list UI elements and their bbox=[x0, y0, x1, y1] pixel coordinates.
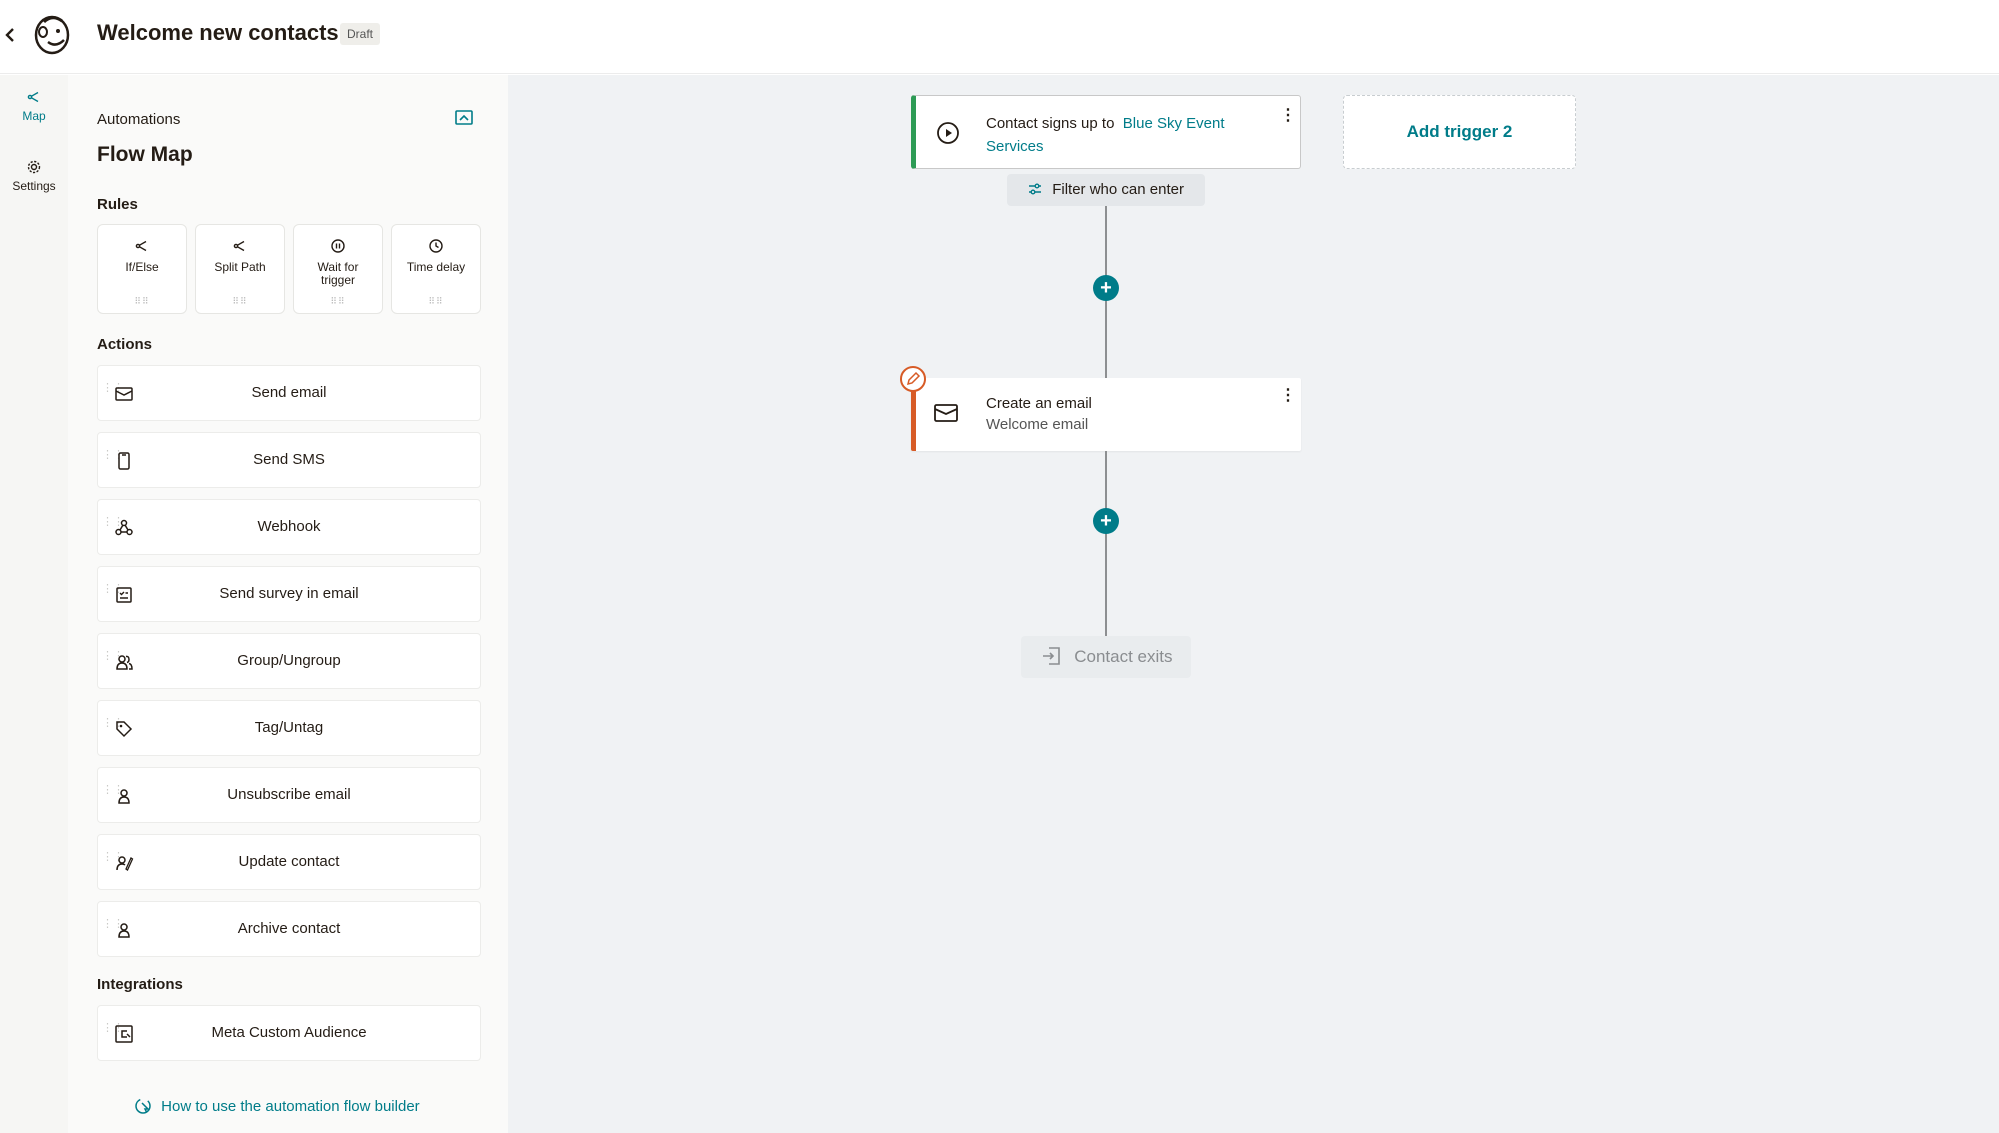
add-step-button[interactable]: + bbox=[1093, 275, 1119, 301]
chevron-left-icon bbox=[5, 28, 14, 42]
pause-icon bbox=[331, 239, 345, 253]
trigger-label: Contact signs up to bbox=[986, 115, 1115, 132]
action-tag-untag[interactable]: ⋮⋮ Tag/Untag bbox=[97, 700, 481, 756]
action-send-email[interactable]: ⋮⋮ Send email bbox=[97, 365, 481, 421]
collapse-panel-icon[interactable] bbox=[454, 108, 474, 128]
action-send-sms[interactable]: ⋮⋮ Send SMS bbox=[97, 432, 481, 488]
rule-label: Wait for trigger bbox=[317, 260, 359, 287]
action-label: Send survey in email bbox=[219, 585, 359, 602]
rule-wait-for-trigger[interactable]: Wait for trigger ⠿⠿ bbox=[293, 224, 383, 314]
rule-split-path[interactable]: Split Path ⠿⠿ bbox=[195, 224, 285, 314]
rule-if-else[interactable]: If/Else ⠿⠿ bbox=[97, 224, 187, 314]
rail-item-label: Map bbox=[22, 109, 46, 123]
trigger-card[interactable]: Contact signs up to Blue Sky Event Servi… bbox=[911, 95, 1301, 169]
action-webhook[interactable]: ⋮⋮ Webhook bbox=[97, 499, 481, 555]
drag-handle-icon: ⠿⠿ bbox=[232, 296, 248, 306]
flow-map-icon bbox=[27, 91, 39, 103]
page-title: Welcome new contacts bbox=[97, 20, 339, 45]
rules-heading: Rules bbox=[97, 196, 138, 213]
integration-meta-custom-audience[interactable]: ⋮⋮ Meta Custom Audience bbox=[97, 1005, 481, 1061]
action-update-contact[interactable]: ⋮⋮ Update contact bbox=[97, 834, 481, 890]
status-badge: Draft bbox=[340, 23, 381, 45]
action-label: Send email bbox=[251, 384, 327, 401]
more-options-icon[interactable]: ⋮ bbox=[1278, 384, 1298, 408]
back-button[interactable] bbox=[4, 22, 22, 46]
rail-item-label: Settings bbox=[12, 179, 56, 193]
trigger-text: Contact signs up to Blue Sky Event Servi… bbox=[986, 112, 1266, 158]
rule-label: Time delay bbox=[406, 260, 466, 274]
rule-label: If/Else bbox=[125, 260, 159, 274]
clock-icon bbox=[429, 239, 443, 253]
action-group-ungroup[interactable]: ⋮⋮ Group/Ungroup bbox=[97, 633, 481, 689]
email-step-title: Create an email bbox=[986, 395, 1092, 412]
exit-door-icon bbox=[1042, 647, 1060, 665]
actions-heading: Actions bbox=[97, 336, 153, 353]
filter-sliders-icon bbox=[1029, 183, 1042, 195]
help-link[interactable]: How to use the automation flow builder bbox=[133, 1096, 420, 1116]
action-label: Group/Ungroup bbox=[237, 652, 341, 669]
filter-label: Filter who can enter bbox=[1052, 181, 1184, 198]
action-label: Update contact bbox=[238, 853, 340, 870]
action-label: Archive contact bbox=[237, 920, 341, 937]
rail-item-map[interactable]: Map bbox=[0, 89, 68, 123]
more-options-icon[interactable]: ⋮ bbox=[1278, 104, 1298, 128]
drag-handle-icon: ⠿⠿ bbox=[330, 296, 346, 306]
app-header: Welcome new contacts Draft bbox=[0, 0, 1999, 74]
play-circle-icon bbox=[937, 122, 959, 144]
flow-map-sidebar: Automations Flow Map Rules If/Else ⠿⠿ Sp… bbox=[68, 75, 508, 1133]
left-rail: Map Settings bbox=[0, 75, 68, 1133]
rule-time-delay[interactable]: Time delay ⠿⠿ bbox=[391, 224, 481, 314]
action-label: Tag/Untag bbox=[254, 719, 324, 736]
envelope-icon bbox=[934, 404, 958, 422]
flow-canvas[interactable] bbox=[508, 75, 1999, 1133]
drag-handle-icon: ⠿⠿ bbox=[428, 296, 444, 306]
exit-label: Contact exits bbox=[1074, 647, 1173, 666]
mailchimp-logo[interactable] bbox=[30, 12, 74, 56]
help-link-label: How to use the automation flow builder bbox=[161, 1098, 420, 1115]
breadcrumb: Automations bbox=[97, 111, 181, 128]
split-icon bbox=[233, 240, 245, 252]
filter-who-can-enter-button[interactable]: Filter who can enter bbox=[1007, 174, 1205, 206]
email-step-card[interactable]: Create an email Welcome email ⋮ bbox=[911, 378, 1301, 451]
email-step-subtitle: Welcome email bbox=[986, 416, 1089, 433]
action-send-survey[interactable]: ⋮⋮ Send survey in email bbox=[97, 566, 481, 622]
rule-label: Split Path bbox=[214, 260, 266, 274]
action-label: Webhook bbox=[257, 518, 321, 535]
sidebar-title: Flow Map bbox=[97, 143, 193, 166]
action-label: Send SMS bbox=[253, 451, 325, 468]
flow-connector bbox=[1105, 451, 1107, 636]
drag-handle-icon: ⠿⠿ bbox=[134, 296, 150, 306]
action-archive-contact[interactable]: ⋮⋮ Archive contact bbox=[97, 901, 481, 957]
integrations-heading: Integrations bbox=[97, 976, 183, 993]
gear-icon bbox=[27, 160, 41, 174]
branch-icon bbox=[135, 240, 147, 252]
add-trigger-button[interactable]: Add trigger 2 bbox=[1343, 95, 1576, 169]
add-step-button[interactable]: + bbox=[1093, 508, 1119, 534]
action-unsubscribe-email[interactable]: ⋮⋮ Unsubscribe email bbox=[97, 767, 481, 823]
contact-exits-node: Contact exits bbox=[1021, 636, 1191, 678]
action-label: Unsubscribe email bbox=[227, 786, 351, 803]
action-label: Meta Custom Audience bbox=[211, 1024, 367, 1041]
rail-item-settings[interactable]: Settings bbox=[0, 159, 68, 193]
help-cursor-icon bbox=[135, 1098, 151, 1114]
edit-pencil-icon[interactable] bbox=[900, 366, 926, 392]
